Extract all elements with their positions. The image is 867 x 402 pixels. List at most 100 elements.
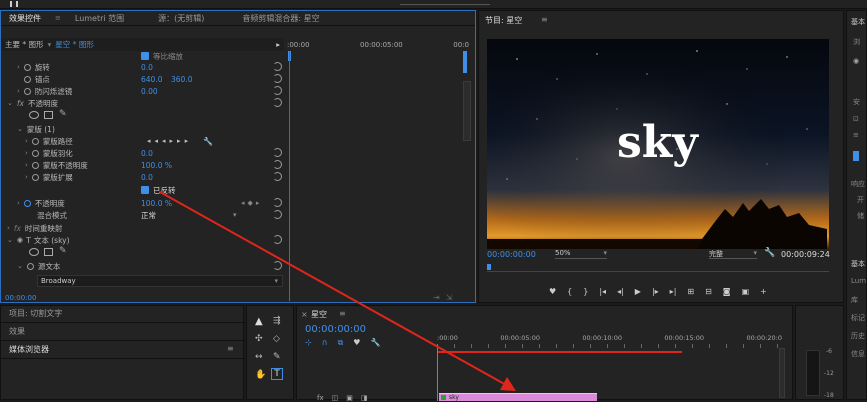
track-select-tool-icon[interactable]: ⇶: [273, 316, 281, 326]
lock-icon[interactable]: ⊡: [853, 115, 859, 123]
right-item-history[interactable]: 历史: [851, 331, 865, 341]
step-forward-icon[interactable]: |▸: [652, 287, 659, 296]
right-item-store[interactable]: 储: [857, 211, 864, 221]
program-timecode[interactable]: 00:00:00:00: [487, 250, 536, 259]
slip-tool-icon[interactable]: ↔: [255, 352, 263, 362]
stopwatch-icon[interactable]: [31, 161, 39, 169]
effects-tab[interactable]: 效果: [9, 326, 25, 337]
selection-tool-icon[interactable]: ▲: [255, 316, 263, 327]
ec-bottom-icons[interactable]: ⇥⇲: [433, 293, 458, 302]
pen-tool-icon[interactable]: ✎: [273, 352, 281, 362]
mask-expansion-value[interactable]: 0.0: [141, 173, 153, 182]
settings-wrench-icon[interactable]: 🔧: [370, 338, 380, 348]
quality-dropdown[interactable]: 完整 ▾: [709, 249, 757, 259]
right-item-essential-2[interactable]: 基本: [851, 259, 865, 269]
ellipse-mask-icon[interactable]: [29, 248, 39, 256]
program-playhead[interactable]: [487, 264, 491, 270]
expand-chevron-icon[interactable]: ›: [25, 161, 28, 169]
fx-icon[interactable]: fx: [317, 394, 324, 402]
antiflicker-value[interactable]: 0.00: [141, 87, 158, 96]
pen-tool-icon[interactable]: ✎: [59, 109, 67, 119]
uniform-scale-checkbox[interactable]: [141, 52, 149, 60]
rectangle-mask-icon[interactable]: [44, 248, 53, 256]
timeline-playhead[interactable]: [437, 344, 438, 401]
reset-icon[interactable]: [273, 74, 282, 83]
lock-track-icon[interactable]: ◨: [361, 394, 368, 402]
mask-feather-value[interactable]: 0.0: [141, 149, 153, 158]
ellipse-mask-icon[interactable]: [29, 111, 39, 119]
stopwatch-icon[interactable]: [23, 87, 31, 95]
comparison-view-icon[interactable]: ▣: [742, 287, 750, 296]
linked-selection-icon[interactable]: ⧉: [338, 338, 344, 348]
media-browser-tab[interactable]: 媒体浏览器: [9, 344, 49, 355]
wrench-icon[interactable]: 🔧: [764, 248, 775, 258]
right-item-start[interactable]: 开: [857, 195, 864, 205]
timeline-ruler[interactable]: :00:00 00:00:05:00 00:00:10:00 00:00:15:…: [437, 334, 782, 344]
extract-icon[interactable]: ⊟: [705, 287, 712, 296]
stopwatch-icon[interactable]: [23, 63, 31, 71]
nest-icon[interactable]: ⊹: [305, 338, 312, 348]
lift-icon[interactable]: ⊞: [687, 287, 694, 296]
collapse-chevron-icon[interactable]: ⌄: [7, 236, 13, 244]
step-back-icon[interactable]: ◂|: [617, 287, 624, 296]
collapse-chevron-icon[interactable]: ⌄: [7, 99, 13, 107]
project-tab[interactable]: 项目: 切割文字: [9, 308, 62, 319]
zoom-dropdown[interactable]: 50% ▾: [555, 249, 607, 259]
text-layer-label[interactable]: 文本 (sky): [34, 235, 70, 246]
toggle-output-icon[interactable]: ▣: [346, 394, 353, 402]
blend-mode-dropdown[interactable]: 正常: [141, 210, 156, 221]
work-area-bar[interactable]: [437, 351, 682, 353]
stopwatch-icon[interactable]: [23, 75, 31, 83]
add-marker-icon[interactable]: ♥: [353, 338, 360, 348]
go-to-out-icon[interactable]: ▸|: [670, 287, 677, 296]
stopwatch-icon[interactable]: [26, 262, 34, 270]
timeline-scrollbar[interactable]: [779, 348, 785, 398]
list-icon[interactable]: ≡: [853, 131, 859, 139]
expand-chevron-icon[interactable]: ›: [25, 173, 28, 181]
tab-lumetri-scopes[interactable]: Lumetri 范围: [75, 13, 124, 24]
tab-effect-controls[interactable]: 效果控件: [9, 13, 41, 24]
play-only-icon[interactable]: ▸: [276, 40, 280, 49]
eye-icon[interactable]: ◉: [853, 57, 859, 65]
tab-audio-clip-mixer[interactable]: 音频剪辑混合器: 星空: [242, 13, 319, 24]
pen-tool-icon[interactable]: ✎: [59, 246, 67, 256]
reset-icon[interactable]: [273, 148, 282, 157]
timeline-timecode[interactable]: 00:00:00:00: [305, 324, 366, 335]
reset-icon[interactable]: [273, 62, 282, 71]
keyframe-nav[interactable]: ◂◆▸: [241, 199, 262, 207]
right-item-responsive[interactable]: 响应: [851, 179, 865, 189]
anchor-x-value[interactable]: 640.0: [141, 75, 162, 84]
anchor-y-value[interactable]: 360.0: [171, 75, 192, 84]
reset-icon[interactable]: [273, 86, 282, 95]
export-frame-icon[interactable]: ◙: [723, 287, 731, 296]
reset-icon[interactable]: [273, 172, 282, 181]
reset-icon[interactable]: [273, 160, 282, 169]
right-item-info[interactable]: 信息: [851, 349, 865, 359]
stopwatch-icon[interactable]: [31, 173, 39, 181]
project-menu-icon[interactable]: ≡: [227, 344, 234, 353]
inverted-checkbox[interactable]: [141, 186, 149, 194]
right-item-install[interactable]: 安: [853, 97, 860, 107]
tab-source[interactable]: 源：(无剪辑): [158, 13, 204, 24]
reset-icon[interactable]: [273, 98, 282, 107]
expand-chevron-icon[interactable]: ›: [17, 199, 20, 207]
eye-icon[interactable]: ◉: [17, 236, 23, 244]
go-to-in-icon[interactable]: |◂: [599, 287, 606, 296]
program-menu-icon[interactable]: ≡: [541, 15, 548, 24]
reset-icon[interactable]: [273, 261, 282, 270]
timeline-menu-icon[interactable]: ≡: [339, 309, 346, 318]
snap-icon[interactable]: ∩: [322, 338, 328, 348]
mask-label[interactable]: 蒙版 (1): [27, 124, 55, 135]
mark-in-icon[interactable]: {: [567, 287, 572, 296]
inverted-label[interactable]: 已反转: [153, 185, 176, 196]
program-title[interactable]: 节目: 星空: [485, 15, 522, 26]
ec-scrollbar-thumb[interactable]: [463, 51, 467, 73]
toggle-sync-icon[interactable]: ◫: [332, 394, 339, 402]
opacity-value[interactable]: 100.0 %: [141, 199, 172, 208]
reset-icon[interactable]: [273, 210, 282, 219]
program-scrubber[interactable]: [487, 264, 829, 272]
ripple-edit-tool-icon[interactable]: ✣: [255, 334, 263, 344]
ec-bottom-timecode[interactable]: 00:00:00: [5, 294, 36, 302]
current-clip-label[interactable]: 星空 * 图形: [55, 39, 94, 50]
master-clip-label[interactable]: 主要 * 图形: [5, 39, 44, 50]
